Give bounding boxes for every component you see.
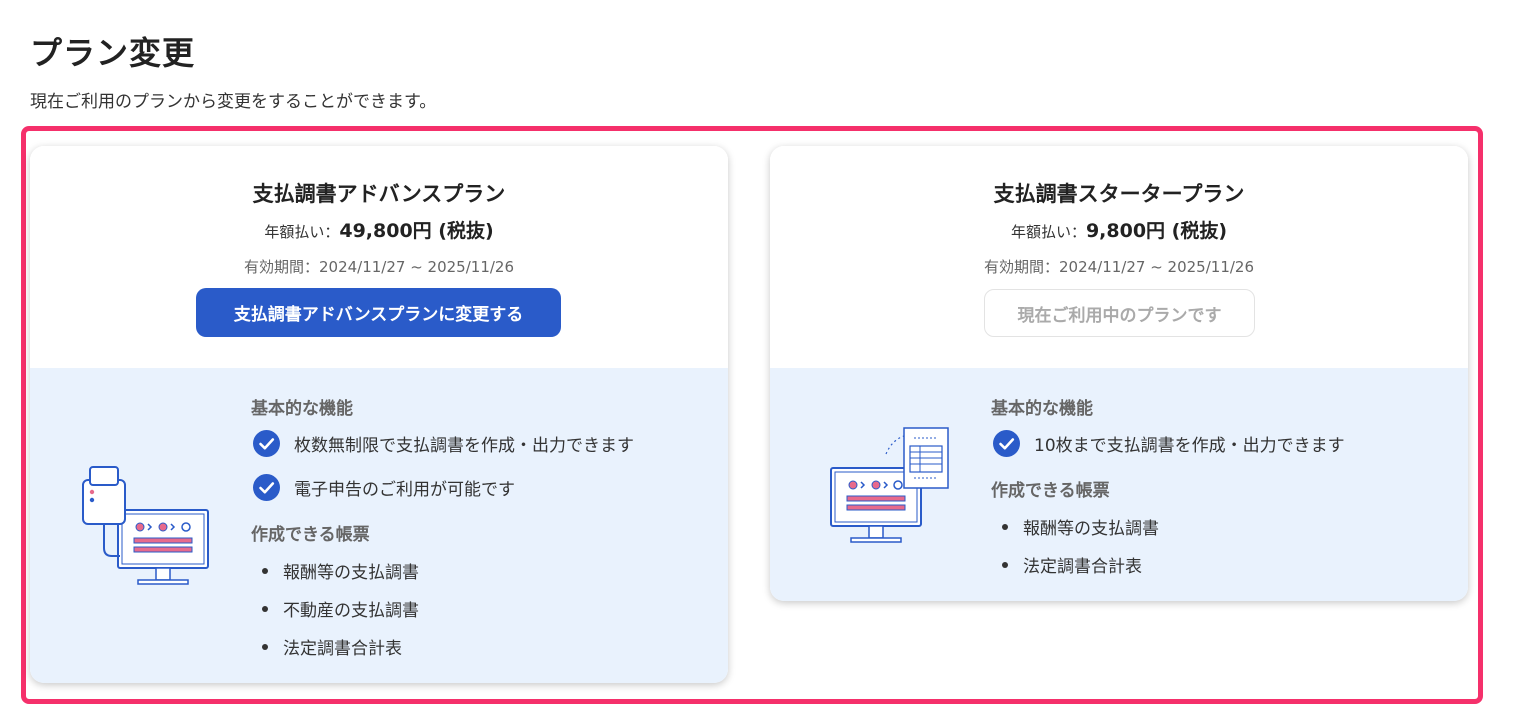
current-plan-indicator: 現在ご利用中のプランです [984, 289, 1255, 337]
check-circle-icon [253, 474, 280, 501]
bullet-dot [1002, 523, 1008, 530]
feature-item: 枚数無制限で支払調書を作成・出力できます [253, 430, 634, 457]
features-heading: 基本的な機能 [991, 399, 1093, 419]
price-label: 年額払い： [264, 223, 340, 241]
form-list-item: 法定調書合計表 [262, 634, 402, 659]
feature-item: 電子申告のご利用が可能です [253, 474, 515, 501]
plan-card-starter: 支払調書スタータープラン 年額払い：9,800円 (税抜) 有効期間：2024/… [770, 146, 1468, 601]
bullet-dot [1002, 561, 1008, 568]
bullet-dot [262, 643, 268, 650]
plan-period: 有効期間：2024/11/27 ~ 2025/11/26 [243, 258, 514, 276]
plan-name: 支払調書スタータープラン [993, 182, 1245, 206]
form-list-item: 法定調書合計表 [1002, 552, 1142, 577]
document-monitor-icon [830, 427, 949, 543]
features-heading: 基本的な機能 [251, 399, 353, 419]
plan-card-header: 支払調書スタータープラン 年額払い：9,800円 (税抜) 有効期間：2024/… [770, 146, 1468, 368]
bullet-dot [262, 567, 268, 574]
plan-features-panel: 基本的な機能 10枚まで支払調書を作成・出力できます 作成できる帳票 報酬等の支… [770, 368, 1468, 601]
form-name: 報酬等の支払調書 [283, 563, 419, 583]
form-list-item: 不動産の支払調書 [262, 596, 419, 621]
plan-period: 有効期間：2024/11/27 ~ 2025/11/26 [983, 258, 1254, 276]
forms-heading: 作成できる帳票 [991, 481, 1110, 501]
plan-price: 年額払い：49,800円 (税抜) [30, 216, 728, 243]
form-list-item: 報酬等の支払調書 [262, 558, 419, 583]
form-name: 法定調書合計表 [1023, 557, 1142, 577]
price-value: 49,800円 (税抜) [339, 220, 494, 242]
forms-heading: 作成できる帳票 [251, 525, 370, 545]
form-name: 法定調書合計表 [283, 639, 402, 659]
plan-price: 年額払い：9,800円 (税抜) [770, 216, 1468, 243]
page-description: 現在ご利用のプランから変更をすることができます。 [30, 92, 437, 112]
plan-card-advance: 支払調書アドバンスプラン 年額払い：49,800円 (税抜) 有効期間：2024… [30, 146, 728, 683]
check-circle-icon [993, 430, 1020, 457]
change-plan-button[interactable]: 支払調書アドバンスプランに変更する [196, 288, 561, 337]
feature-item: 10枚まで支払調書を作成・出力できます [993, 430, 1345, 457]
feature-text: 枚数無制限で支払調書を作成・出力できます [294, 436, 634, 456]
plan-card-header: 支払調書アドバンスプラン 年額払い：49,800円 (税抜) 有効期間：2024… [30, 146, 728, 368]
form-list-item: 報酬等の支払調書 [1002, 514, 1159, 539]
price-label: 年額払い： [1010, 223, 1086, 241]
check-circle-icon [253, 430, 280, 457]
price-value: 9,800円 (税抜) [1085, 220, 1228, 242]
bullet-dot [262, 605, 268, 612]
form-name: 報酬等の支払調書 [1023, 519, 1159, 539]
plan-features-panel: 基本的な機能 枚数無制限で支払調書を作成・出力できます 電子申告のご利用が可能で… [30, 368, 728, 683]
plan-name: 支払調書アドバンスプラン [252, 182, 506, 206]
page-title: プラン変更 [30, 34, 196, 72]
feature-text: 電子申告のご利用が可能です [294, 480, 515, 500]
printer-monitor-icon [82, 466, 209, 585]
feature-text: 10枚まで支払調書を作成・出力できます [1034, 436, 1345, 456]
form-name: 不動産の支払調書 [283, 601, 419, 621]
